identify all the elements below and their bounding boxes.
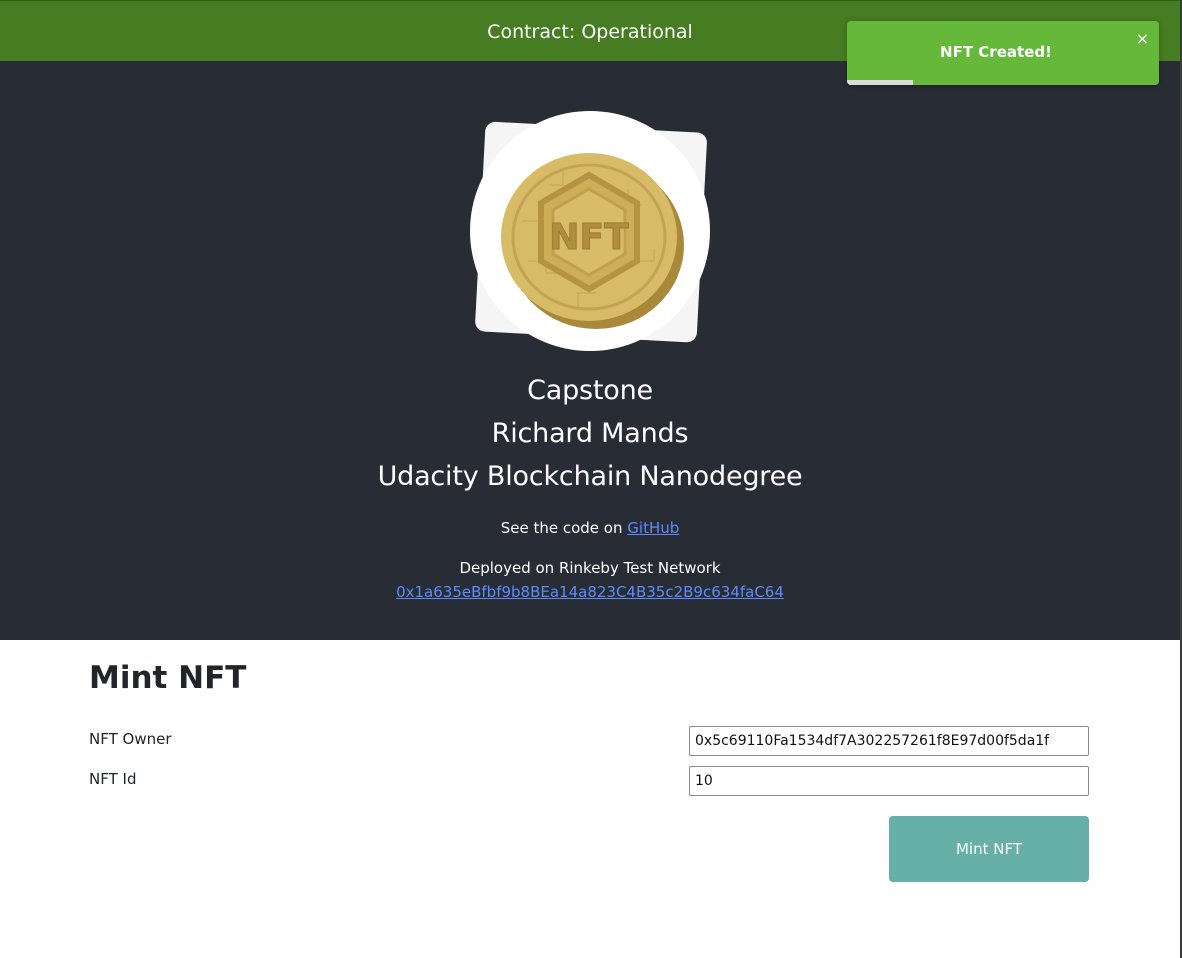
- github-line: See the code on GitHub: [0, 519, 1180, 537]
- deployed-text: Deployed on Rinkeby Test Network: [459, 559, 721, 577]
- toast-notification: NFT Created! ×: [847, 21, 1159, 85]
- mint-nft-button[interactable]: Mint NFT: [889, 816, 1089, 882]
- contract-status-text: Contract: Operational: [487, 20, 693, 43]
- hero-author: Richard Mands: [491, 418, 689, 449]
- nft-owner-label: NFT Owner: [89, 730, 172, 748]
- nft-owner-input[interactable]: [689, 726, 1089, 756]
- toast-progress-bar: [847, 80, 913, 85]
- contract-address-link[interactable]: 0x1a635eBfbf9b8BEa14a823C4B35c2B9c634faC…: [396, 583, 784, 601]
- nft-id-input[interactable]: [689, 766, 1089, 796]
- hero-section: NFT Capstone Richard Mands Udacity Block…: [0, 61, 1180, 640]
- nft-coin-logo: NFT: [468, 111, 712, 355]
- coin-text: NFT: [549, 217, 629, 258]
- close-icon[interactable]: ×: [1136, 31, 1149, 47]
- github-prefix: See the code on: [500, 519, 623, 537]
- nft-id-label: NFT Id: [89, 770, 137, 788]
- github-link[interactable]: GitHub: [627, 519, 679, 537]
- hero-title: Capstone: [527, 375, 653, 406]
- toast-message: NFT Created!: [940, 43, 1052, 61]
- contract-address-line: 0x1a635eBfbf9b8BEa14a823C4B35c2B9c634faC…: [0, 583, 1180, 601]
- toast-progress-track: [847, 80, 1159, 85]
- mint-section-title: Mint NFT: [89, 660, 247, 696]
- hero-program: Udacity Blockchain Nanodegree: [377, 461, 803, 492]
